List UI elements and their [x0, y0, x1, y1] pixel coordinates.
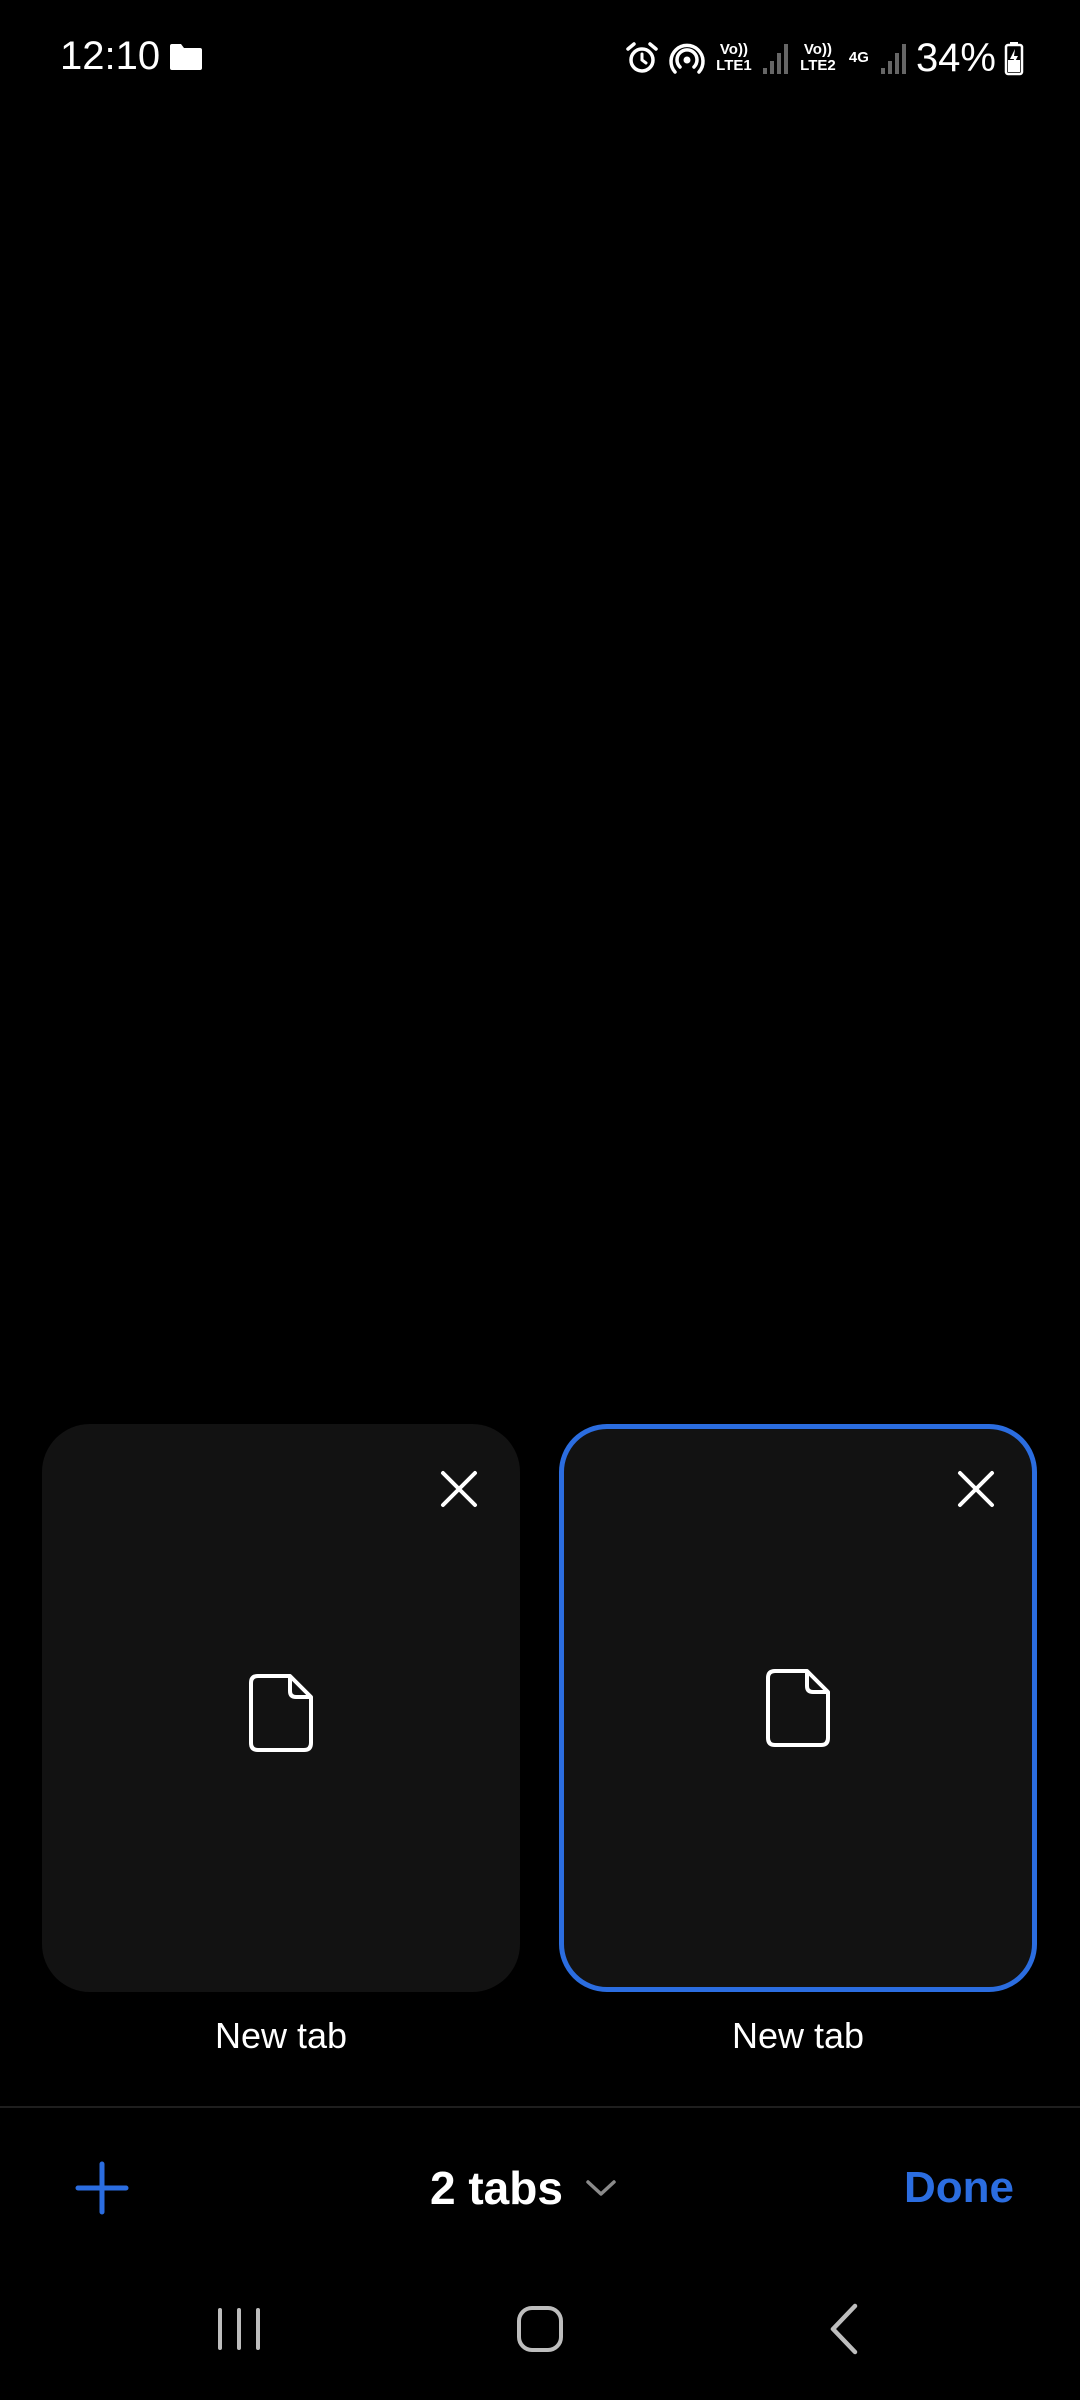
close-icon[interactable]: [953, 1466, 999, 1512]
recents-icon[interactable]: [194, 2284, 284, 2374]
tab-count-label: 2 tabs: [430, 2162, 563, 2214]
plus-icon[interactable]: [66, 2152, 138, 2224]
page-icon: [766, 1669, 830, 1747]
tab-title[interactable]: New tab: [559, 2012, 1037, 2060]
status-icons: Vo)) LTE1 Vo)) LTE2 4G 34%: [624, 30, 1024, 86]
close-icon[interactable]: [436, 1466, 482, 1512]
back-icon[interactable]: [800, 2284, 890, 2374]
alarm-icon: [626, 42, 658, 73]
folder-icon: [170, 44, 202, 70]
sim2-label: Vo)) LTE2: [800, 41, 836, 74]
battery-charging-icon: [1004, 42, 1024, 76]
chevron-down-icon: [586, 2180, 616, 2196]
signal-icon: [762, 44, 788, 74]
battery-percent: 34%: [915, 36, 996, 80]
data-type-label: 4G: [848, 49, 869, 66]
tab-card[interactable]: [42, 1424, 520, 1992]
home-icon[interactable]: [495, 2284, 585, 2374]
status-time: 12:10: [60, 34, 161, 78]
status-bar: 12:10 Vo)) LTE1 Vo)) LTE2 4G 34%: [0, 0, 1080, 116]
page-icon: [249, 1674, 313, 1752]
signal-icon: [880, 44, 906, 74]
tab-count-button[interactable]: 2 tabs: [430, 2148, 617, 2228]
done-button[interactable]: Done: [904, 2152, 1014, 2224]
tab-card-active[interactable]: [559, 1424, 1037, 1992]
system-nav-bar: [0, 2258, 1080, 2400]
tab-switcher-toolbar: 2 tabs Done: [0, 2108, 1080, 2258]
sim1-label: Vo)) LTE1: [716, 41, 752, 74]
tab-title[interactable]: New tab: [42, 2012, 520, 2060]
hotspot-icon: [669, 43, 705, 74]
